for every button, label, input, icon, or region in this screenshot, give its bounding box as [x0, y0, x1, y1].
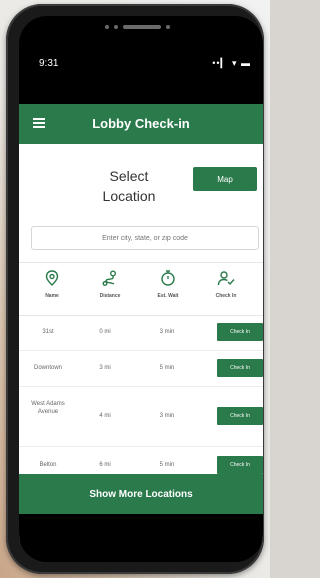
- app-bar: Lobby Check-in: [19, 104, 263, 144]
- location-row: 31st 0 mi 3 min Check In: [19, 314, 263, 351]
- sort-checkin[interactable]: Check In: [201, 269, 251, 299]
- map-button[interactable]: Map: [193, 167, 257, 191]
- check-in-button[interactable]: Check In: [217, 359, 263, 377]
- sort-bar: Name Distance Est. Wait Check In: [19, 262, 263, 316]
- sort-name[interactable]: Name: [27, 269, 77, 299]
- phone-frame: 9:31 ••▎ ▾ ▬ Lobby Check-in Select Locat…: [6, 4, 264, 574]
- check-in-button[interactable]: Check In: [217, 323, 263, 341]
- location-wait: 5 min: [159, 365, 175, 371]
- page-heading: Select Location: [83, 166, 175, 206]
- sort-checkin-label: Check In: [215, 293, 237, 299]
- heading-line-2: Location: [102, 188, 156, 204]
- location-distance: 3 mi: [99, 365, 111, 371]
- sensor-dot: [105, 25, 109, 29]
- phone-screen: 9:31 ••▎ ▾ ▬ Lobby Check-in Select Locat…: [19, 16, 263, 562]
- status-time: 9:31: [39, 58, 59, 69]
- location-distance: 0 mi: [99, 329, 111, 335]
- sort-name-label: Name: [45, 293, 59, 299]
- location-name: Belton: [39, 462, 57, 468]
- map-pin-icon: [45, 270, 59, 286]
- location-wait: 5 min: [159, 462, 175, 468]
- location-name: 31st: [42, 329, 54, 335]
- speaker-grille: [123, 25, 161, 29]
- heading-line-1: Select: [109, 168, 149, 184]
- location-distance: 6 mi: [99, 462, 111, 468]
- speaker-notch: [105, 24, 177, 30]
- location-name: West Adams Avenue: [31, 401, 65, 415]
- location-row: West Adams Avenue 4 mi 3 min Check In: [19, 386, 263, 447]
- location-row: Downtown 3 mi 5 min Check In: [19, 350, 263, 387]
- status-icons: ••▎ ▾ ▬: [212, 58, 251, 68]
- sort-wait-label: Est. Wait: [157, 293, 179, 299]
- sensor-dot: [114, 25, 118, 29]
- show-more-locations-button[interactable]: Show More Locations: [19, 474, 263, 514]
- app-title: Lobby Check-in: [92, 116, 190, 131]
- location-name: Downtown: [33, 365, 62, 371]
- sort-distance-label: Distance: [99, 293, 121, 299]
- location-distance: 4 mi: [99, 413, 111, 419]
- sort-wait[interactable]: Est. Wait: [143, 269, 193, 299]
- location-wait: 3 min: [159, 329, 175, 335]
- status-bar: 9:31 ••▎ ▾ ▬: [19, 56, 263, 74]
- location-search-input[interactable]: [31, 226, 259, 250]
- screen-bottom: [19, 514, 263, 562]
- sort-distance[interactable]: Distance: [85, 269, 135, 299]
- user-check-icon: [217, 271, 235, 286]
- check-in-button[interactable]: Check In: [217, 407, 263, 425]
- check-in-button[interactable]: Check In: [217, 456, 263, 474]
- route-icon: [102, 270, 116, 286]
- stopwatch-icon: [161, 270, 175, 286]
- location-wait: 3 min: [159, 413, 175, 419]
- camera-dot: [166, 25, 170, 29]
